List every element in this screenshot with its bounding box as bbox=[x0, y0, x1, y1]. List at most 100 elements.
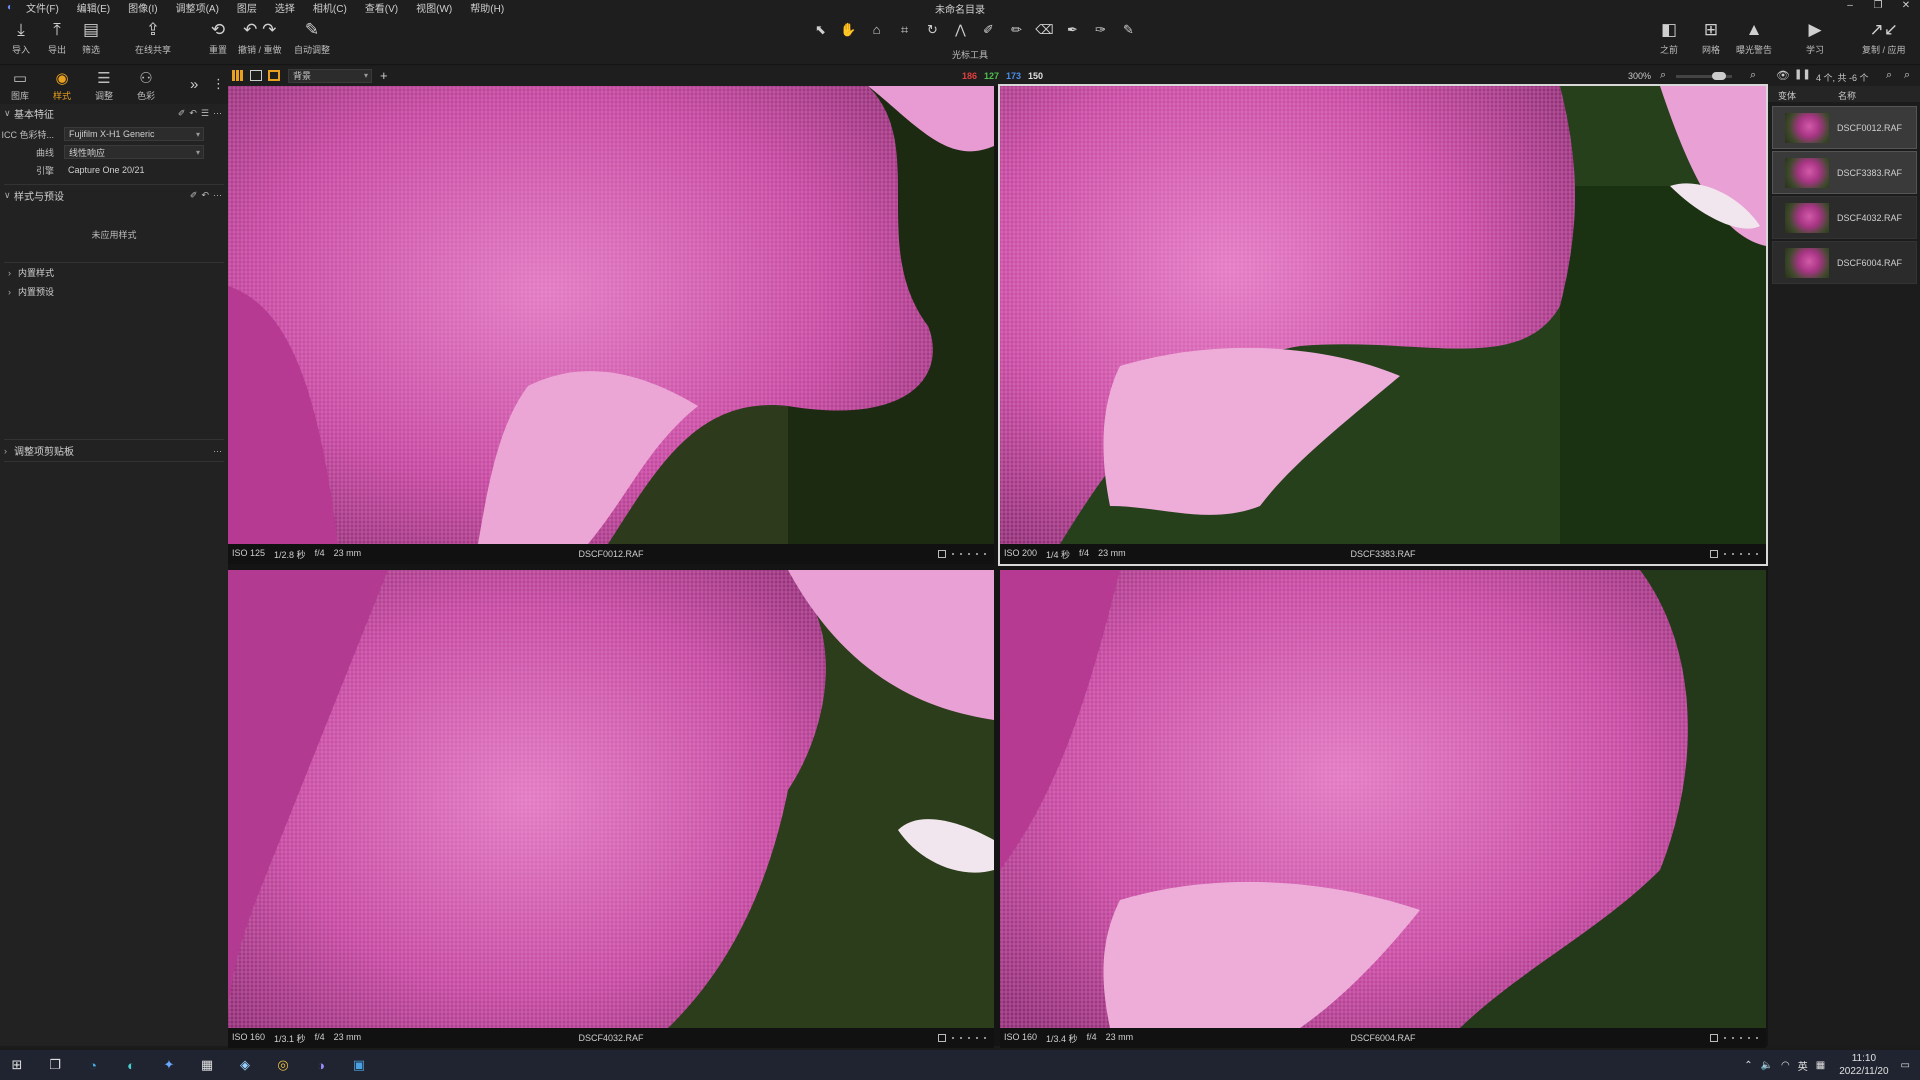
tab-adjust[interactable]: ☰ 调整 bbox=[84, 69, 124, 102]
filter-button[interactable]: ▤ 筛选 bbox=[82, 19, 100, 56]
curve-select[interactable]: 线性响应 ▾ bbox=[64, 145, 204, 159]
grid-button[interactable]: ⊞ 网格 bbox=[1702, 19, 1720, 56]
builtin-presets-item[interactable]: › 内置预设 bbox=[0, 283, 228, 300]
calculator-icon[interactable]: ▦ bbox=[196, 1055, 218, 1075]
builtin-styles-item[interactable]: › 内置样式 bbox=[0, 264, 228, 281]
pan-tool-icon[interactable]: ✋ bbox=[836, 22, 861, 38]
multi-view-icon[interactable] bbox=[232, 70, 244, 81]
picker-tool-icon[interactable]: ✐ bbox=[976, 22, 1001, 38]
task-view-icon[interactable]: ❐ bbox=[44, 1055, 66, 1075]
menu-adjustments[interactable]: 调整项(A) bbox=[168, 0, 229, 15]
photo-icon[interactable]: ▣ bbox=[348, 1055, 370, 1075]
reset-icon[interactable]: ↶ bbox=[201, 190, 209, 201]
menu-image[interactable]: 图像(I) bbox=[120, 0, 167, 15]
tab-menu-icon[interactable]: ⋮ bbox=[212, 76, 225, 92]
viewer-tile-selected[interactable]: ISO 200 1/4 秒 f/4 23 mm DSCF3383.RAF bbox=[998, 84, 1768, 566]
loupe-tool-icon[interactable]: ⌂ bbox=[864, 22, 889, 38]
app-icon[interactable]: ◈ bbox=[234, 1055, 256, 1075]
reset-icon[interactable]: ↶ bbox=[189, 108, 197, 119]
col-name[interactable]: 名称 bbox=[1838, 89, 1856, 102]
menu-window[interactable]: 视图(W) bbox=[408, 0, 462, 15]
more-icon[interactable]: ··· bbox=[213, 446, 222, 456]
browser-thumbnail[interactable]: DSCF6004.RAF bbox=[1772, 241, 1917, 284]
volume-icon[interactable]: 🔈 bbox=[1761, 1060, 1773, 1071]
keystone-tool-icon[interactable]: ⋀ bbox=[948, 22, 973, 38]
menu-file[interactable]: 文件(F) bbox=[18, 0, 69, 15]
zoom-slider-handle[interactable] bbox=[1712, 72, 1726, 80]
eye-icon[interactable]: 👁 bbox=[1776, 69, 1790, 82]
pointer-tool-icon[interactable]: ⬉ bbox=[808, 22, 833, 38]
edge-icon[interactable]: ◔ bbox=[82, 1055, 104, 1075]
pause-icon[interactable]: ❚❚ bbox=[1794, 69, 1811, 80]
capture-one-icon[interactable]: ◑ bbox=[310, 1055, 332, 1075]
exposure-warning-button[interactable]: ▲ 曝光警告 bbox=[1736, 19, 1772, 56]
viewer-tile[interactable]: ISO 125 1/2.8 秒 f/4 23 mm DSCF0012.RAF bbox=[228, 86, 994, 564]
menu-view[interactable]: 查看(V) bbox=[357, 0, 408, 15]
export-button[interactable]: ⤒ 导出 bbox=[48, 19, 66, 56]
search-icon[interactable]: ⌕ bbox=[1886, 69, 1892, 82]
background-select[interactable]: 背景 ▾ bbox=[288, 69, 372, 83]
picker-icon[interactable]: ✐ bbox=[178, 108, 186, 119]
zoom-slider[interactable] bbox=[1676, 72, 1732, 80]
viewer-tile[interactable]: ISO 160 1/3.4 秒 f/4 23 mm DSCF6004.RAF bbox=[1000, 570, 1766, 1048]
color-tag-box[interactable] bbox=[938, 550, 946, 558]
app-icon[interactable]: ◐ bbox=[120, 1055, 142, 1075]
reset-button[interactable]: ⟲ 重置 bbox=[209, 19, 227, 56]
chevron-up-icon[interactable]: ⌃ bbox=[1744, 1060, 1752, 1071]
erase-tool-icon[interactable]: ⌫ bbox=[1032, 22, 1057, 38]
maximize-button[interactable]: ❐ bbox=[1864, 0, 1892, 11]
annotate-tool-icon[interactable]: ✎ bbox=[1116, 22, 1141, 38]
color-tag-box[interactable] bbox=[938, 1034, 946, 1042]
heal-tool-icon[interactable]: ✒ bbox=[1060, 22, 1085, 38]
start-icon[interactable]: ⊞ bbox=[6, 1055, 28, 1075]
menu-layers[interactable]: 图层 bbox=[229, 0, 267, 15]
tab-styles[interactable]: ◉ 样式 bbox=[42, 69, 82, 102]
compare-view-icon[interactable] bbox=[268, 70, 280, 81]
rating[interactable] bbox=[938, 1034, 986, 1042]
single-view-icon[interactable] bbox=[250, 70, 262, 81]
rating[interactable] bbox=[938, 550, 986, 558]
mask-tool-icon[interactable]: ✏ bbox=[1004, 22, 1029, 38]
crop-tool-icon[interactable]: ⌗ bbox=[892, 22, 917, 38]
more-tabs-icon[interactable]: » bbox=[190, 76, 198, 93]
copy-apply-button[interactable]: ↗↙ 复制 / 应用 bbox=[1862, 19, 1906, 56]
browser-thumbnail[interactable]: DSCF0012.RAF bbox=[1772, 106, 1917, 149]
share-button[interactable]: ⇪ 在线共享 bbox=[135, 19, 171, 56]
styles-presets-header[interactable]: ∨ 样式与预设 ✐ ↶ ··· bbox=[0, 187, 228, 204]
minimize-button[interactable]: – bbox=[1836, 0, 1864, 11]
before-button[interactable]: ◧ 之前 bbox=[1660, 19, 1678, 56]
import-button[interactable]: ⤓ 导入 bbox=[12, 19, 30, 56]
undo-redo-button[interactable]: ↶ ↷ 撤销 / 重做 bbox=[238, 19, 282, 56]
list-icon[interactable]: ☰ bbox=[201, 108, 209, 119]
keyboard-icon[interactable]: ▦ bbox=[1816, 1060, 1825, 1071]
wifi-icon[interactable]: ◠ bbox=[1781, 1060, 1790, 1071]
rating[interactable] bbox=[1710, 550, 1758, 558]
col-variant[interactable]: 变体 bbox=[1778, 89, 1796, 102]
tab-library[interactable]: ▭ 图库 bbox=[0, 69, 40, 102]
more-icon[interactable]: ··· bbox=[213, 190, 222, 201]
adjustments-clipboard-header[interactable]: › 调整项剪贴板 ··· bbox=[0, 442, 228, 459]
browser-thumbnail[interactable]: DSCF3383.RAF bbox=[1772, 151, 1917, 194]
zoom-icon[interactable]: ⌕ bbox=[1904, 69, 1910, 82]
browser-thumbnail[interactable]: DSCF4032.RAF bbox=[1772, 196, 1917, 239]
chrome-icon[interactable]: ◎ bbox=[272, 1055, 294, 1075]
menu-camera[interactable]: 相机(C) bbox=[305, 0, 357, 15]
rating[interactable] bbox=[1710, 1034, 1758, 1042]
zoom-in-icon[interactable]: ⌕ bbox=[1750, 69, 1756, 82]
color-tag-box[interactable] bbox=[1710, 1034, 1718, 1042]
menu-edit[interactable]: 编辑(E) bbox=[69, 0, 120, 15]
learn-button[interactable]: ▶ 学习 bbox=[1806, 19, 1824, 56]
clock[interactable]: 11:10 2022/11/20 bbox=[1839, 1052, 1888, 1078]
basic-characteristics-header[interactable]: ∨ 基本特征 ✐ ↶ ☰ ··· bbox=[0, 105, 228, 122]
close-button[interactable]: ✕ bbox=[1892, 0, 1920, 11]
color-tag-box[interactable] bbox=[1710, 550, 1718, 558]
ime-indicator[interactable]: 英 bbox=[1798, 1058, 1808, 1073]
menu-help[interactable]: 帮助(H) bbox=[462, 0, 514, 15]
clone-tool-icon[interactable]: ✑ bbox=[1088, 22, 1113, 38]
add-icon[interactable]: + bbox=[380, 68, 388, 83]
viewer-tile[interactable]: ISO 160 1/3.1 秒 f/4 23 mm DSCF4032.RAF bbox=[228, 570, 994, 1048]
auto-adjust-button[interactable]: ✎ 自动调整 bbox=[294, 19, 330, 56]
tab-color[interactable]: ⚇ 色彩 bbox=[126, 69, 166, 102]
icc-profile-select[interactable]: Fujifilm X-H1 Generic ▾ bbox=[64, 127, 204, 141]
notification-icon[interactable]: ▭ bbox=[1901, 1060, 1910, 1071]
